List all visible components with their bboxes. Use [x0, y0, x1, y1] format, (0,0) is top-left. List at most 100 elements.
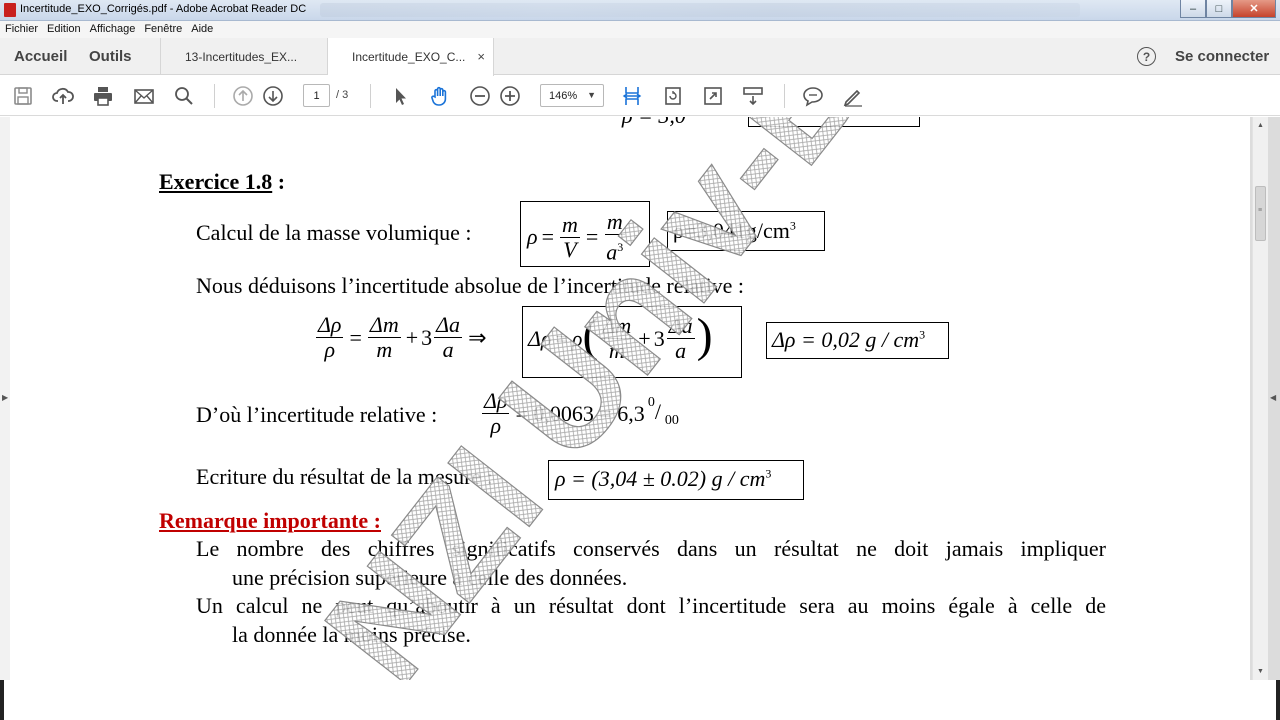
- rotate-page-glyph: [665, 87, 681, 105]
- drho-over-rho: Δρ ρ: [316, 312, 344, 362]
- dm-over-m: Δm m: [600, 314, 634, 363]
- draw-pen-icon[interactable]: [841, 84, 865, 108]
- absolute-uncertainty-box: Δρ = ρ ( Δm m + 3 Δa a ): [522, 306, 742, 378]
- previous-page-icon[interactable]: [231, 84, 255, 108]
- draw-pen-glyph: [843, 89, 862, 107]
- pdf-app-icon: [4, 3, 16, 17]
- hand-tool-icon[interactable]: [428, 84, 452, 108]
- page-number-input[interactable]: 1: [303, 84, 330, 107]
- expand-left-icon: ▶: [2, 393, 9, 402]
- uncertainty-equation: Δρ ρ = Δm m + 3 Δa a ⇒: [314, 313, 491, 362]
- expand-right-panel-icon[interactable]: ◀: [1270, 393, 1276, 402]
- zoom-select[interactable]: 146% ▼: [540, 84, 604, 107]
- menu-aide[interactable]: Aide: [186, 21, 217, 38]
- menu-edition[interactable]: Edition: [42, 21, 85, 38]
- close-window-button[interactable]: ✕: [1232, 0, 1276, 18]
- uncertainty-result-unit: g / cm: [865, 327, 920, 352]
- full-screen-glyph: [704, 87, 722, 105]
- m-numerator: m: [604, 209, 625, 235]
- select-cursor-icon[interactable]: [388, 84, 412, 108]
- drho-numerator: Δρ: [316, 312, 344, 338]
- print-icon[interactable]: [91, 84, 115, 108]
- comment-icon[interactable]: [801, 84, 825, 108]
- maximize-button[interactable]: □: [1206, 0, 1232, 18]
- a-exponent: 3: [617, 240, 624, 254]
- equals-sign: =: [585, 224, 599, 250]
- coefficient-three: 3: [421, 324, 433, 350]
- toolbar-divider: [370, 84, 371, 108]
- toolbar-divider: [214, 84, 215, 108]
- next-page-icon[interactable]: [261, 84, 285, 108]
- zoom-in-glyph: [500, 86, 520, 106]
- print-glyph: [94, 87, 112, 106]
- remark-line-1a: Le nombre des chiffres significatifs con…: [196, 536, 1106, 561]
- zoom-out-icon[interactable]: [468, 84, 492, 108]
- v-denominator: V: [563, 236, 577, 262]
- hand-tool-glyph: [431, 86, 447, 106]
- scroll-up-icon[interactable]: ▲: [1257, 122, 1264, 129]
- minimize-button[interactable]: –: [1180, 0, 1206, 18]
- previous-page-glyph: [233, 86, 253, 106]
- result-formula: ρ = (3,04 ± 0.02) g / cm3: [555, 466, 771, 492]
- full-screen-icon[interactable]: [701, 84, 725, 108]
- exercise-title-colon: :: [272, 169, 286, 194]
- remark-line-2b: la donnée la moins précise.: [232, 622, 471, 647]
- search-icon[interactable]: [172, 84, 196, 108]
- density-formula-box: ρ = mV = m a3: [520, 201, 650, 267]
- density-result-text: ρ=3,041g/cm: [673, 218, 790, 243]
- coefficient-three: 3: [653, 325, 665, 351]
- result-unit: g / cm: [711, 466, 766, 491]
- toolbar: [0, 76, 1280, 116]
- left-paren: (: [582, 308, 599, 362]
- document-tab-2-active[interactable]: Incertitude_EXO_C... ×: [328, 38, 494, 76]
- page-total: / 3: [336, 89, 349, 101]
- right-paren: ): [696, 308, 713, 362]
- density-result: ρ=3,041g/cm3: [673, 218, 796, 244]
- left-panel-toggle[interactable]: ▶: [0, 117, 10, 680]
- zoom-out-glyph: [470, 86, 490, 106]
- scrollbar-thumb[interactable]: ≡: [1255, 186, 1266, 241]
- pdf-page: ρ = 3,0 Exercice 1.8 : Calcul de la mass…: [10, 117, 1250, 680]
- density-result-box: ρ=3,041g/cm3: [667, 211, 825, 251]
- email-icon[interactable]: [132, 84, 156, 108]
- window-title: Incertitude_EXO_Corrigés.pdf - Adobe Acr…: [20, 3, 307, 15]
- da-numerator: Δa: [666, 313, 695, 339]
- density-formula: ρ = mV = m a3: [527, 210, 627, 264]
- menu-bar: Fichier Edition Affichage Fenêtre Aide: [0, 21, 1280, 38]
- bottom-area: [0, 680, 1280, 720]
- scroll-down-icon[interactable]: ▼: [1257, 668, 1264, 675]
- zoom-in-icon[interactable]: [498, 84, 522, 108]
- tab-accueil[interactable]: Accueil: [14, 48, 67, 65]
- a-denominator: a: [675, 338, 687, 363]
- close-tab-icon[interactable]: ×: [477, 49, 485, 64]
- menu-affichage[interactable]: Affichage: [85, 21, 140, 38]
- result-formula-text: ρ = (3,04 ± 0.02): [555, 466, 707, 491]
- remark-line-2a: Un calcul ne peut qu’aboutir à un résult…: [196, 593, 1106, 618]
- save-icon[interactable]: [11, 84, 35, 108]
- grip-icon: ≡: [1258, 207, 1263, 214]
- da-over-a: Δa a: [666, 313, 695, 363]
- equals-sign: =: [555, 325, 568, 351]
- tab-outils[interactable]: Outils: [89, 48, 132, 65]
- implies-arrow: ⇒: [468, 324, 487, 350]
- sign-in-link[interactable]: Se connecter: [1175, 48, 1269, 65]
- save-icon-glyph: [14, 87, 32, 105]
- comment-glyph: [803, 87, 823, 107]
- per-mille-bottom: 00: [664, 412, 679, 428]
- tabs-row: Accueil Outils 13-Incertitudes_EX... Inc…: [0, 38, 1280, 76]
- scroll-mode-icon[interactable]: [741, 84, 765, 108]
- rotate-page-icon[interactable]: [661, 84, 685, 108]
- email-glyph: [134, 89, 154, 104]
- upload-cloud-glyph: [52, 87, 74, 104]
- deduce-text: Nous déduisons l’incertitude absolue de …: [196, 273, 745, 298]
- document-tab-1-label: 13-Incertitudes_EX...: [185, 49, 298, 64]
- menu-fichier[interactable]: Fichier: [0, 21, 42, 38]
- document-viewer[interactable]: ρ = 3,0 Exercice 1.8 : Calcul de la mass…: [0, 117, 1280, 680]
- document-tab-1[interactable]: 13-Incertitudes_EX...: [160, 38, 328, 75]
- per-mille-top: 0: [647, 394, 655, 410]
- upload-cloud-icon[interactable]: [51, 84, 75, 108]
- help-icon[interactable]: ?: [1137, 47, 1156, 66]
- menu-fenetre[interactable]: Fenêtre: [139, 21, 186, 38]
- previous-formula-box: [748, 117, 920, 127]
- fit-width-icon[interactable]: [620, 84, 644, 108]
